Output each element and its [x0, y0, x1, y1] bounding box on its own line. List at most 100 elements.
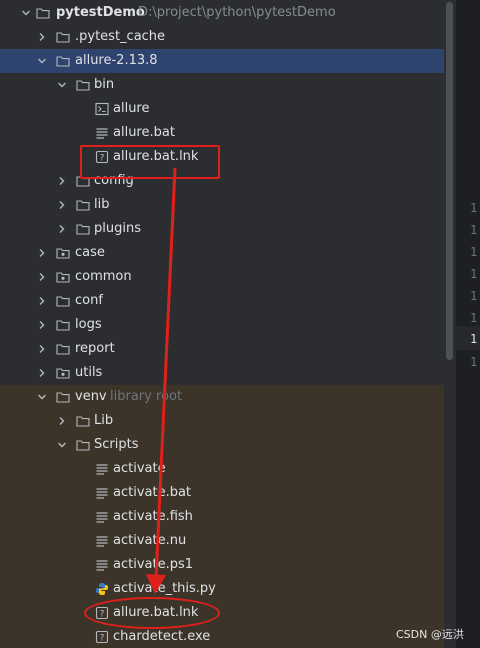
- chevron-right-icon[interactable]: [56, 169, 68, 193]
- tree-row-activate-ps1[interactable]: activate.ps1: [0, 553, 444, 577]
- tree-row-activate-fish[interactable]: activate.fish: [0, 505, 444, 529]
- tree-item-label: activate: [113, 461, 166, 476]
- tree-row-chardetect-exe[interactable]: ? chardetect.exe: [0, 625, 444, 648]
- tree-row-case[interactable]: case: [0, 241, 444, 265]
- svg-text:?: ?: [100, 634, 105, 644]
- tree-row-activate-this-py[interactable]: activate_this.py: [0, 577, 444, 601]
- tree-item-label: lib: [94, 197, 110, 212]
- tree-item-label: plugins: [94, 221, 141, 236]
- tree-row-activate-nu[interactable]: activate.nu: [0, 529, 444, 553]
- tree-row-bin[interactable]: bin: [0, 73, 444, 97]
- tree-item-label: conf: [75, 293, 103, 308]
- folder-icon: [76, 224, 90, 235]
- chevron-right-icon[interactable]: [36, 361, 48, 385]
- line-number: 1: [470, 267, 478, 281]
- tree-item-label: venv: [75, 389, 107, 404]
- tree-row-venv[interactable]: venv library root: [0, 385, 444, 409]
- folder-icon: [56, 296, 70, 307]
- chevron-down-icon[interactable]: [36, 385, 48, 409]
- tree-row-conf[interactable]: conf: [0, 289, 444, 313]
- tree-item-label: bin: [94, 77, 115, 92]
- text-file-icon: [96, 488, 108, 499]
- chevron-right-icon[interactable]: [56, 217, 68, 241]
- tree-row-allure-bat-lnk-target[interactable]: ? allure.bat.lnk: [0, 601, 444, 625]
- tree-row-allure-bat-lnk-source[interactable]: ? allure.bat.lnk: [0, 145, 444, 169]
- text-file-icon: [96, 128, 108, 139]
- tree-item-label: utils: [75, 365, 103, 380]
- chevron-right-icon[interactable]: [56, 409, 68, 433]
- tree-row-utils[interactable]: utils: [0, 361, 444, 385]
- tree-item-label: allure-2.13.8: [75, 53, 158, 68]
- folder-icon: [76, 416, 90, 427]
- tree-item-label: activate.bat: [113, 485, 192, 500]
- tree-item-label: Scripts: [94, 437, 139, 452]
- chevron-right-icon[interactable]: [36, 241, 48, 265]
- chevron-down-icon[interactable]: [56, 433, 68, 457]
- tree-row-root[interactable]: pytestDemo D:\project\python\pytestDemo: [0, 1, 444, 25]
- terminal-file-icon: [95, 102, 109, 116]
- line-number: 1: [470, 201, 478, 215]
- folder-icon: [76, 200, 90, 211]
- tree-row-allure-script[interactable]: allure: [0, 97, 444, 121]
- annotation-box: [80, 145, 220, 179]
- unknown-file-icon: ?: [95, 630, 109, 644]
- folder-icon: [56, 344, 70, 355]
- folder-icon: [36, 8, 50, 19]
- chevron-right-icon[interactable]: [36, 337, 48, 361]
- tree-row-lib[interactable]: lib: [0, 193, 444, 217]
- tree-item-label: report: [75, 341, 115, 356]
- tree-item-label: .pytest_cache: [75, 29, 166, 44]
- tree-item-label: logs: [75, 317, 102, 332]
- tree-item-label: Lib: [94, 413, 114, 428]
- tree-row-activate[interactable]: activate: [0, 457, 444, 481]
- chevron-down-icon[interactable]: [20, 1, 32, 25]
- root-label: pytestDemo: [56, 5, 145, 20]
- tree-item-label: case: [75, 245, 105, 260]
- tree-item-label: allure.bat: [113, 125, 175, 140]
- line-number: 1: [470, 332, 478, 346]
- tree-row-plugins[interactable]: plugins: [0, 217, 444, 241]
- folder-icon: [76, 80, 90, 91]
- folder-icon: [56, 392, 70, 403]
- project-tree: pytestDemo D:\project\python\pytestDemo …: [0, 0, 444, 648]
- tree-item-label: activate.ps1: [113, 557, 194, 572]
- scrollbar-thumb[interactable]: [446, 2, 453, 360]
- text-file-icon: [96, 536, 108, 547]
- chevron-down-icon[interactable]: [36, 49, 48, 73]
- folder-icon: [56, 32, 70, 43]
- chevron-right-icon[interactable]: [36, 265, 48, 289]
- watermark: CSDN @远洪: [396, 628, 464, 641]
- tree-row-activate-bat[interactable]: activate.bat: [0, 481, 444, 505]
- tree-row-scripts[interactable]: Scripts: [0, 433, 444, 457]
- tree-row-allure-bat[interactable]: allure.bat: [0, 121, 444, 145]
- tree-row-common[interactable]: common: [0, 265, 444, 289]
- tree-row-allure-dir[interactable]: allure-2.13.8: [0, 49, 444, 73]
- tree-item-label: activate.fish: [113, 509, 193, 524]
- package-folder-icon: [56, 272, 70, 283]
- library-root-hint: library root: [110, 389, 183, 404]
- folder-icon: [56, 320, 70, 331]
- text-file-icon: [96, 560, 108, 571]
- folder-icon: [56, 56, 70, 67]
- folder-icon: [76, 440, 90, 451]
- tree-row-venv-lib[interactable]: Lib: [0, 409, 444, 433]
- chevron-right-icon[interactable]: [36, 25, 48, 49]
- root-path: D:\project\python\pytestDemo: [138, 5, 336, 20]
- tree-item-label: activate.nu: [113, 533, 187, 548]
- tree-row-report[interactable]: report: [0, 337, 444, 361]
- text-file-icon: [96, 512, 108, 523]
- text-file-icon: [96, 464, 108, 475]
- chevron-right-icon[interactable]: [36, 289, 48, 313]
- chevron-right-icon[interactable]: [56, 193, 68, 217]
- chevron-right-icon[interactable]: [36, 313, 48, 337]
- annotation-ellipse: [84, 597, 220, 629]
- tree-item-label: common: [75, 269, 132, 284]
- python-file-icon: [96, 583, 108, 595]
- tree-row-config[interactable]: config: [0, 169, 444, 193]
- tree-row-logs[interactable]: logs: [0, 313, 444, 337]
- tree-row-pytest-cache[interactable]: .pytest_cache: [0, 25, 444, 49]
- line-number: 1: [470, 223, 478, 237]
- chevron-down-icon[interactable]: [56, 73, 68, 97]
- line-number: 1: [470, 245, 478, 259]
- package-folder-icon: [56, 248, 70, 259]
